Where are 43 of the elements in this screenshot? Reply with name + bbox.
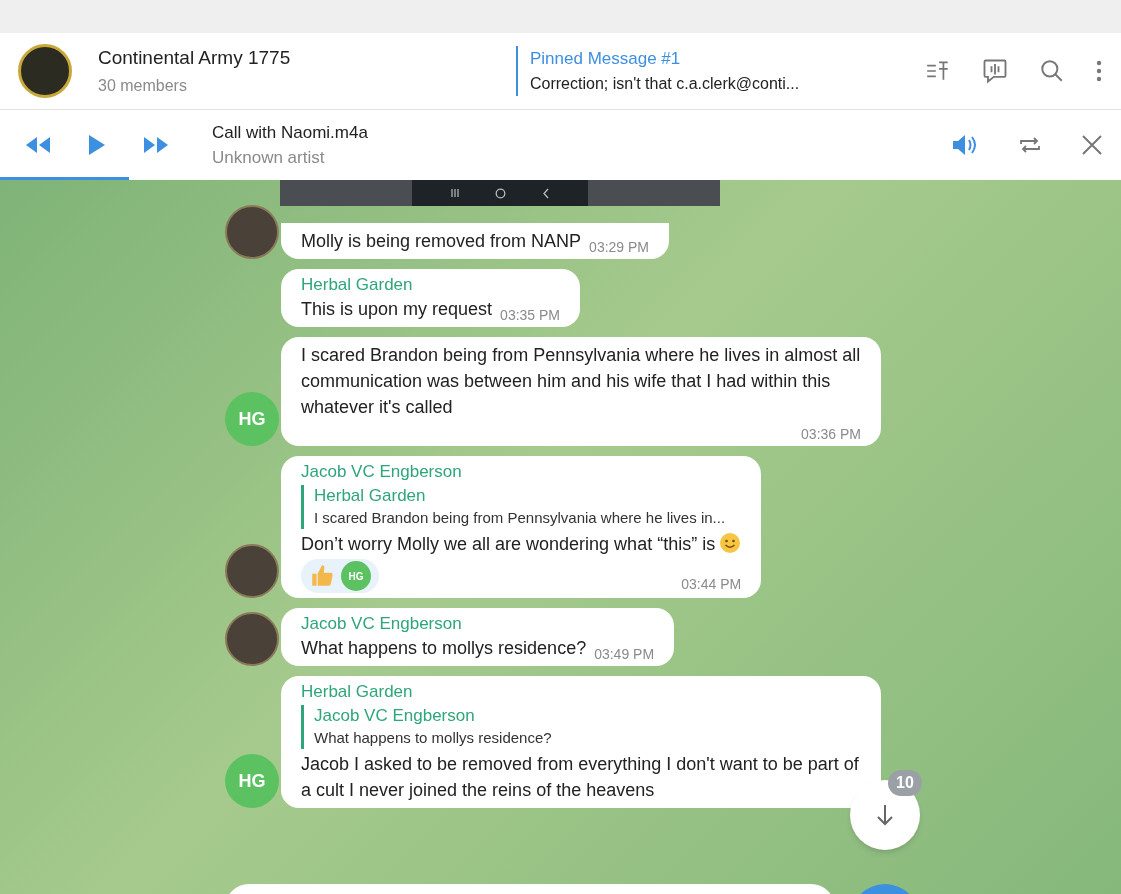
search-icon[interactable] — [1039, 58, 1065, 84]
message-bubble[interactable]: Molly is being removed from NANP 03:29 PM — [281, 223, 670, 259]
avatar-photo[interactable] — [225, 612, 279, 666]
close-icon[interactable] — [1081, 134, 1103, 156]
down-arrow-icon — [875, 803, 895, 827]
reply-quote[interactable]: Jacob VC Engberson What happens to mollys residence? — [301, 705, 861, 749]
message-time: 03:49 PM — [593, 645, 655, 664]
message-bubble[interactable]: Herbal Garden Jacob VC Engberson What happens to mollys residence? Jacob I asked to be removed from everything I don't want to be part of a cult I never joined the reins of the heavens — [281, 676, 881, 808]
message-bubble[interactable]: Jacob VC Engberson Herbal Garden I scared Brandon being from Pennsylvania where he lives in... Don’t worry Molly we all are wondering what “this” is HG 03:44 PM — [281, 456, 762, 598]
message-text: This is upon my request — [301, 298, 493, 321]
rewind-icon[interactable] — [24, 135, 52, 155]
track-title: Call with Naomi.m4a — [212, 121, 368, 144]
home-circle-icon — [495, 187, 507, 199]
group-avatar[interactable] — [18, 44, 72, 98]
message-bubble[interactable]: Herbal Garden This is upon my request 03:35 PM — [281, 269, 581, 327]
avatar-photo[interactable] — [225, 544, 279, 598]
message-bubble[interactable]: I scared Brandon being from Pennsylvania where he lives in almost all communication was between him and his wife that I had within this whatever it's called 03:36 PM — [281, 337, 881, 446]
back-chevron-icon — [542, 187, 551, 199]
reply-quote[interactable]: Herbal Garden I scared Brandon being from Pennsylvania where he lives in... — [301, 485, 742, 529]
more-menu-icon[interactable] — [1095, 59, 1103, 83]
reactor-avatar: HG — [341, 561, 371, 591]
speaker-icon[interactable] — [951, 133, 979, 157]
message-text: Molly is being removed from NANP — [301, 230, 582, 253]
message-time: 03:29 PM — [588, 238, 650, 257]
pinned-message[interactable]: Pinned Message #1 Correction; isn't that c.a.clerk@conti... — [516, 46, 856, 96]
fast-forward-icon[interactable] — [142, 135, 170, 155]
message-text: Jacob I asked to be removed from everything I don't want to be part of a cult I never joined the reins of the heavens — [301, 754, 859, 800]
play-icon[interactable] — [88, 134, 106, 156]
thumbs-up-icon — [309, 563, 335, 589]
message-text: What happens to mollys residence? — [301, 637, 587, 660]
unread-count-badge: 10 — [888, 770, 922, 796]
voice-chat-icon[interactable] — [981, 57, 1009, 85]
member-count: 30 members — [98, 76, 188, 97]
chat-title: Continental Army 1775 — [98, 45, 292, 70]
message-text: Don’t worry Molly we all are wondering what “this” is — [301, 534, 742, 554]
avatar-photo[interactable] — [225, 205, 279, 259]
message-text: I scared Brandon being from Pennsylvania where he lives in almost all communication was between him and his wife that I had within this whatever it's called — [301, 344, 861, 419]
recent-apps-icon — [449, 188, 460, 198]
message-time: 03:35 PM — [499, 306, 561, 325]
track-artist: Unknown artist — [212, 147, 326, 169]
message-time: 03:44 PM — [681, 574, 742, 594]
message-time: 03:36 PM — [800, 425, 861, 444]
message-bubble[interactable]: Jacob VC Engberson What happens to mollys residence? 03:49 PM — [281, 608, 675, 666]
